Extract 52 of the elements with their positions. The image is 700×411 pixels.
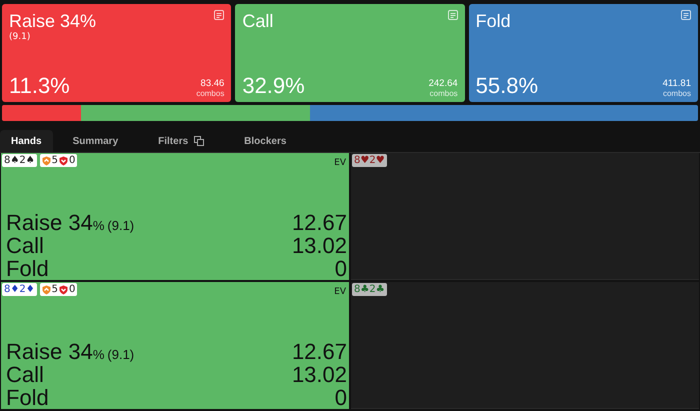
action-name: Fold bbox=[476, 10, 511, 32]
hand-card[interactable]: 8♠2♠ 5 0 EV Raise 34% (9.1) 12.67 Call 13.02 Fold 0 bbox=[1, 153, 349, 280]
ev-label: EV bbox=[334, 287, 346, 297]
action-label: Call bbox=[6, 363, 44, 386]
tab[interactable]: Blockers bbox=[224, 130, 306, 152]
tab[interactable]: Hands bbox=[0, 130, 53, 152]
action-label: Fold bbox=[6, 257, 49, 280]
note-icon[interactable] bbox=[214, 10, 224, 20]
frequency: 55.8% bbox=[476, 74, 538, 98]
combo-count: 242.64 bbox=[428, 78, 458, 89]
ev-value: 13.02 bbox=[292, 234, 347, 257]
tab[interactable]: Summary bbox=[52, 130, 138, 152]
action-label: Call bbox=[6, 234, 44, 257]
shield-icon bbox=[42, 284, 51, 294]
note-icon[interactable] bbox=[680, 10, 691, 20]
bet-size: (9.1) bbox=[9, 32, 32, 42]
frequency: 11.3% bbox=[9, 74, 70, 98]
action-label: Raise 34% (9.1) bbox=[6, 211, 134, 237]
action-name: Call bbox=[242, 10, 274, 32]
action-label: Raise 34% (9.1) bbox=[6, 340, 134, 366]
ev-value: 12.67 bbox=[292, 211, 347, 234]
tab[interactable]: Filters bbox=[138, 130, 224, 152]
ev-value: 0 bbox=[334, 257, 347, 280]
copy-icon[interactable] bbox=[194, 136, 204, 146]
shield-icon bbox=[59, 284, 68, 294]
hand-label: 8♠2♠ bbox=[2, 154, 37, 167]
hand-cell[interactable]: 8♥2♥ bbox=[351, 153, 699, 280]
hand-card[interactable]: 8♦2♦ 5 0 EV Raise 34% (9.1) 12.67 Call 13.02 Fold 0 bbox=[1, 282, 349, 409]
action-label: Fold bbox=[6, 386, 49, 409]
frequency: 32.9% bbox=[242, 74, 305, 98]
shield-icon bbox=[42, 156, 51, 166]
blocker-count: 5 bbox=[52, 155, 58, 166]
blocker-count: 0 bbox=[69, 284, 76, 295]
combos-label: combos bbox=[430, 89, 458, 98]
shield-icon bbox=[59, 156, 68, 166]
hand-label: 8♥2♥ bbox=[352, 154, 387, 167]
hand-label: 8♣2♣ bbox=[352, 283, 387, 296]
action-card[interactable]: Raise 34% (9.1) 11.3% 83.46 combos bbox=[2, 4, 232, 102]
ev-value: 0 bbox=[334, 386, 347, 409]
blocker-count: 0 bbox=[69, 155, 76, 166]
ev-label: EV bbox=[334, 158, 346, 168]
combo-count: 83.46 bbox=[200, 78, 224, 89]
ev-value: 12.67 bbox=[292, 340, 347, 363]
blocker-count: 5 bbox=[52, 284, 58, 295]
note-icon[interactable] bbox=[448, 10, 458, 20]
combos-label: combos bbox=[196, 89, 224, 98]
combos-label: combos bbox=[662, 89, 691, 98]
ev-value: 13.02 bbox=[292, 363, 347, 386]
hand-label: 8♦2♦ bbox=[2, 283, 37, 296]
action-card[interactable]: Fold 55.8% 411.81 combos bbox=[468, 4, 698, 102]
combo-count: 411.81 bbox=[662, 78, 691, 89]
action-name: Raise 34% bbox=[9, 10, 96, 32]
